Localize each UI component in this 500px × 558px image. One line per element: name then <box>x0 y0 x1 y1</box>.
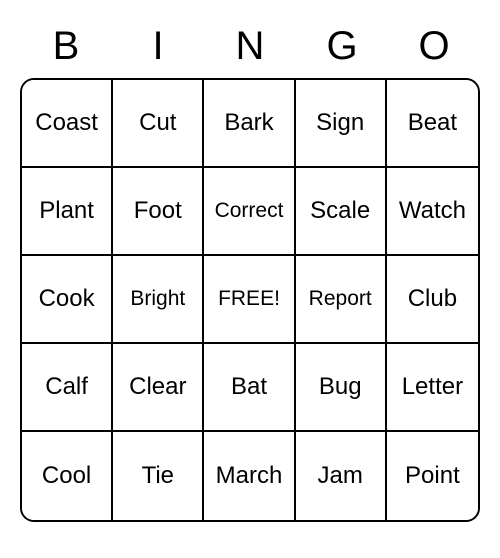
bingo-cell[interactable]: Beat <box>387 80 478 168</box>
bingo-cell[interactable]: Jam <box>296 432 387 520</box>
bingo-card: B I N G O Coast Cut Bark Sign Beat Plant… <box>20 14 480 522</box>
bingo-cell[interactable]: Letter <box>387 344 478 432</box>
header-i: I <box>112 14 204 78</box>
bingo-cell[interactable]: March <box>204 432 295 520</box>
bingo-cell[interactable]: Cook <box>22 256 113 344</box>
bingo-cell[interactable]: Point <box>387 432 478 520</box>
bingo-cell[interactable]: Bug <box>296 344 387 432</box>
header-o: O <box>388 14 480 78</box>
bingo-cell[interactable]: Club <box>387 256 478 344</box>
bingo-cell[interactable]: Plant <box>22 168 113 256</box>
header-b: B <box>20 14 112 78</box>
bingo-cell[interactable]: Bright <box>113 256 204 344</box>
bingo-cell[interactable]: Calf <box>22 344 113 432</box>
bingo-cell[interactable]: Scale <box>296 168 387 256</box>
bingo-cell[interactable]: Clear <box>113 344 204 432</box>
free-cell[interactable]: FREE! <box>204 256 295 344</box>
bingo-cell[interactable]: Bat <box>204 344 295 432</box>
bingo-cell[interactable]: Bark <box>204 80 295 168</box>
header-g: G <box>296 14 388 78</box>
bingo-cell[interactable]: Correct <box>204 168 295 256</box>
bingo-cell[interactable]: Coast <box>22 80 113 168</box>
bingo-cell[interactable]: Cool <box>22 432 113 520</box>
bingo-cell[interactable]: Foot <box>113 168 204 256</box>
bingo-cell[interactable]: Tie <box>113 432 204 520</box>
bingo-grid: Coast Cut Bark Sign Beat Plant Foot Corr… <box>20 78 480 522</box>
bingo-cell[interactable]: Report <box>296 256 387 344</box>
bingo-cell[interactable]: Watch <box>387 168 478 256</box>
bingo-cell[interactable]: Cut <box>113 80 204 168</box>
header-n: N <box>204 14 296 78</box>
bingo-header: B I N G O <box>20 14 480 78</box>
bingo-cell[interactable]: Sign <box>296 80 387 168</box>
